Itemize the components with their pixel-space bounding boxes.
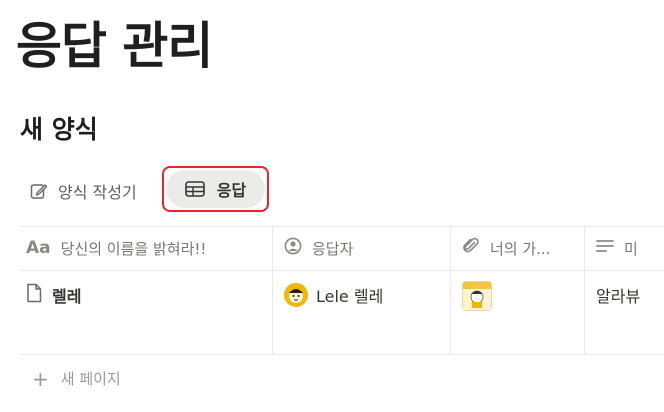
- person-property-icon: [284, 237, 302, 259]
- respondent-name: Lele 렐레: [316, 287, 384, 306]
- page-icon: [26, 283, 42, 307]
- form-title[interactable]: 새 양식: [20, 112, 98, 148]
- tab-responses[interactable]: 응답: [166, 170, 265, 208]
- column-divider: [584, 226, 585, 355]
- link-property-icon: [462, 237, 480, 259]
- responses-table: Aa 당신의 이름을 밝혀라!! 응답자 너의 가... 미 렐레 Lele 렐…: [20, 226, 664, 356]
- table-cell-file[interactable]: [462, 271, 582, 355]
- table-icon: [184, 181, 205, 197]
- lines-property-icon: [596, 239, 614, 257]
- row-title: 렐레: [52, 287, 82, 306]
- new-page-label: 새 페이지: [60, 370, 121, 388]
- page-title: 응답 관리: [16, 17, 213, 75]
- column-header-label: 너의 가...: [490, 239, 551, 258]
- edit-form-icon: [30, 182, 48, 200]
- column-header-label: 응답자: [312, 239, 354, 258]
- text-value: 알라뷰: [596, 287, 641, 306]
- column-header-respondent[interactable]: 응답자: [284, 226, 448, 270]
- plus-icon: +: [32, 366, 49, 391]
- view-tabs: 양식 작성기 응답: [20, 166, 280, 216]
- text-property-icon: Aa: [26, 238, 51, 258]
- column-header-name[interactable]: Aa 당신의 이름을 밝혀라!!: [26, 226, 270, 270]
- column-divider: [450, 226, 451, 355]
- responses-page: 응답 관리 새 양식 양식 작성기 응답 Aa 당신의 이름을 밝혀라!! 응답…: [0, 0, 664, 412]
- column-header-file[interactable]: 너의 가...: [462, 226, 582, 270]
- column-header-label: 당신의 이름을 밝혀라!!: [60, 239, 207, 258]
- column-divider: [272, 226, 273, 355]
- tab-responses-label: 응답: [216, 181, 247, 200]
- column-header-text[interactable]: 미: [596, 226, 664, 270]
- image-thumbnail[interactable]: [462, 281, 492, 311]
- new-page-button[interactable]: + 새 페이지: [32, 368, 121, 389]
- column-header-label: 미: [624, 239, 638, 258]
- table-cell-name[interactable]: 렐레: [26, 271, 270, 355]
- tab-form-builder-label: 양식 작성기: [58, 183, 137, 202]
- avatar: [284, 283, 308, 307]
- tab-form-builder[interactable]: 양식 작성기: [30, 178, 137, 204]
- table-cell-text[interactable]: 알라뷰: [596, 271, 664, 355]
- table-cell-respondent[interactable]: Lele 렐레: [284, 271, 448, 355]
